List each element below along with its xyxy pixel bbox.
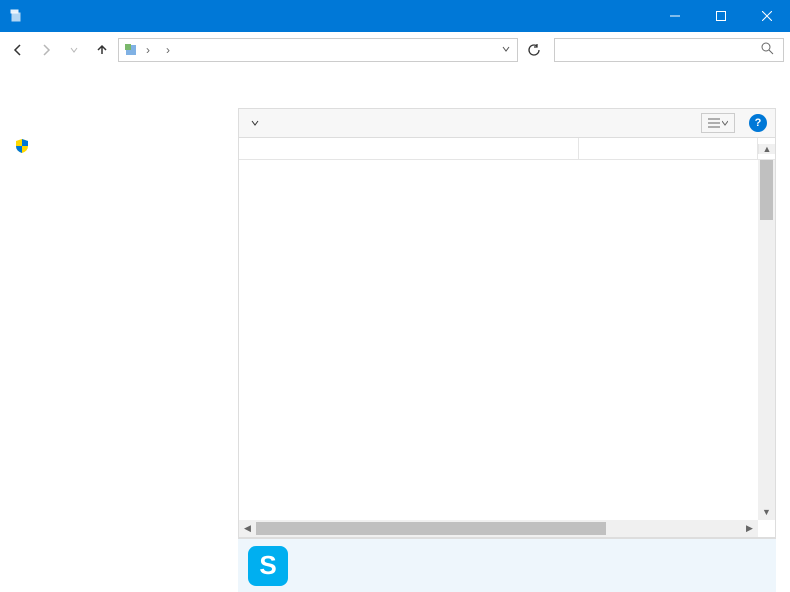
list-toolbar: ? bbox=[238, 108, 776, 138]
close-button[interactable] bbox=[744, 0, 790, 32]
sidebar bbox=[0, 68, 220, 592]
control-panel-icon bbox=[121, 43, 141, 57]
breadcrumb-dropdown[interactable] bbox=[497, 43, 515, 57]
scroll-left-arrow[interactable]: ◀ bbox=[239, 520, 256, 537]
search-input[interactable] bbox=[561, 43, 761, 57]
scrollbar-thumb[interactable] bbox=[256, 522, 606, 535]
chevron-right-icon[interactable]: › bbox=[141, 43, 155, 57]
app-icon bbox=[8, 8, 24, 24]
list-view-icon bbox=[708, 118, 720, 128]
chevron-down-icon bbox=[251, 119, 259, 127]
sidebar-link-features[interactable] bbox=[14, 138, 210, 154]
organize-menu[interactable] bbox=[247, 119, 259, 127]
title-bar bbox=[0, 0, 790, 32]
forward-button[interactable] bbox=[34, 38, 58, 62]
up-button[interactable] bbox=[90, 38, 114, 62]
breadcrumb[interactable]: › › bbox=[118, 38, 518, 62]
scroll-right-arrow[interactable]: ▶ bbox=[741, 520, 758, 537]
refresh-button[interactable] bbox=[522, 38, 546, 62]
table-header: ▲ bbox=[239, 138, 775, 160]
back-button[interactable] bbox=[6, 38, 30, 62]
scroll-down-arrow[interactable]: ▼ bbox=[758, 503, 775, 520]
skype-icon: S bbox=[248, 546, 288, 586]
column-name[interactable] bbox=[239, 138, 579, 159]
nav-toolbar: › › bbox=[0, 32, 790, 68]
column-publisher[interactable] bbox=[579, 138, 758, 159]
recent-dropdown[interactable] bbox=[62, 38, 86, 62]
chevron-right-icon[interactable]: › bbox=[161, 43, 175, 57]
help-button[interactable]: ? bbox=[749, 114, 767, 132]
vertical-scrollbar[interactable]: ▼ bbox=[758, 160, 775, 520]
search-icon[interactable] bbox=[761, 42, 777, 58]
programs-table: ▲ ▼ ◀ ▶ bbox=[238, 138, 776, 538]
view-options[interactable] bbox=[701, 113, 735, 133]
details-pane: S bbox=[238, 538, 776, 592]
minimize-button[interactable] bbox=[652, 0, 698, 32]
chevron-down-icon bbox=[722, 120, 728, 126]
shield-icon bbox=[14, 138, 30, 154]
search-box[interactable] bbox=[554, 38, 784, 62]
scrollbar-thumb[interactable] bbox=[760, 160, 773, 220]
maximize-button[interactable] bbox=[698, 0, 744, 32]
main-panel: ? ▲ ▼ ◀ ▶ S bbox=[220, 68, 790, 592]
scroll-up-arrow[interactable]: ▲ bbox=[758, 144, 775, 154]
horizontal-scrollbar[interactable]: ◀ ▶ bbox=[239, 520, 758, 537]
